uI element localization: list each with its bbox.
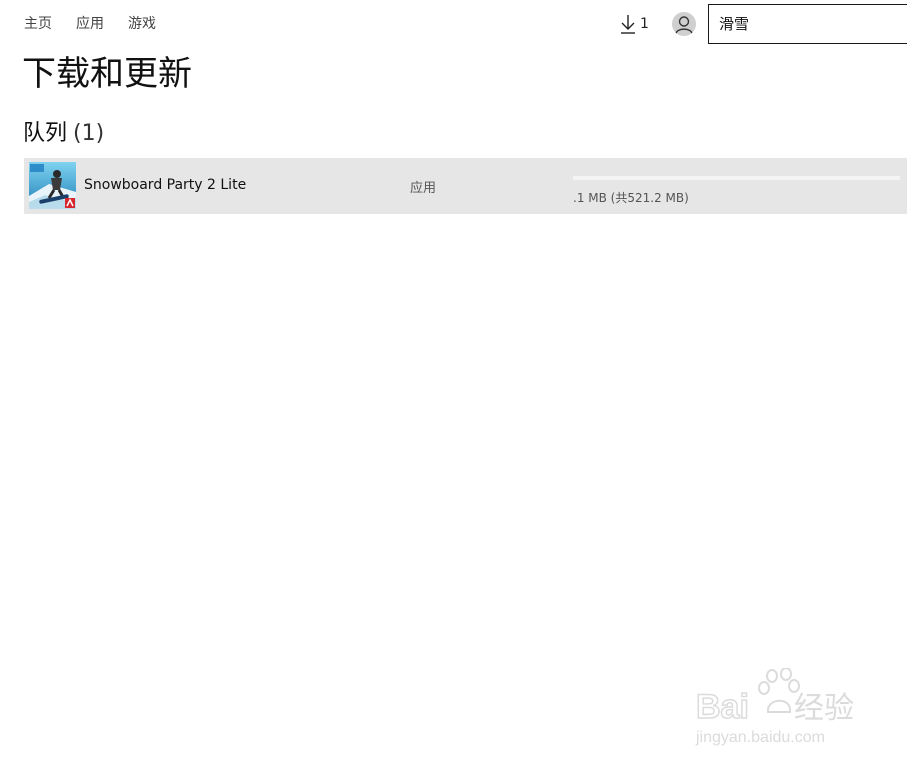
download-icon (620, 14, 636, 34)
app-type: 应用 (410, 181, 437, 196)
queue-heading: 队列 (1) (23, 118, 104, 150)
download-progress-text: .1 MB (共521.2 MB) (573, 191, 689, 205)
search-box (708, 4, 907, 44)
queue-item[interactable]: Snowboard Party 2 Lite 应用 .1 MB (共521.2 … (24, 158, 907, 214)
downloads-button[interactable]: 1 (620, 12, 649, 36)
top-nav: 主页 应用 游戏 (24, 14, 156, 34)
nav-games[interactable]: 游戏 (128, 14, 156, 34)
queue-label: 队列 (23, 121, 68, 146)
person-icon (675, 16, 693, 35)
download-count: 1 (640, 16, 649, 32)
svg-text:jingyan.baidu.com: jingyan.baidu.com (695, 729, 825, 746)
snowboard-app-icon (29, 162, 76, 209)
svg-text:经验: 经验 (794, 692, 854, 725)
search-input[interactable] (709, 5, 899, 41)
nav-home[interactable]: 主页 (24, 14, 52, 34)
app-name: Snowboard Party 2 Lite (84, 177, 247, 193)
svg-text:Bai: Bai (696, 688, 749, 726)
download-progress-bar (573, 176, 900, 180)
nav-apps[interactable]: 应用 (76, 14, 104, 34)
account-avatar[interactable] (672, 12, 696, 36)
baidu-jingyan-watermark: Bai 经验 jingyan.baidu.com (694, 668, 864, 752)
queue-count: (1) (73, 121, 105, 146)
page-title: 下载和更新 (22, 54, 192, 94)
